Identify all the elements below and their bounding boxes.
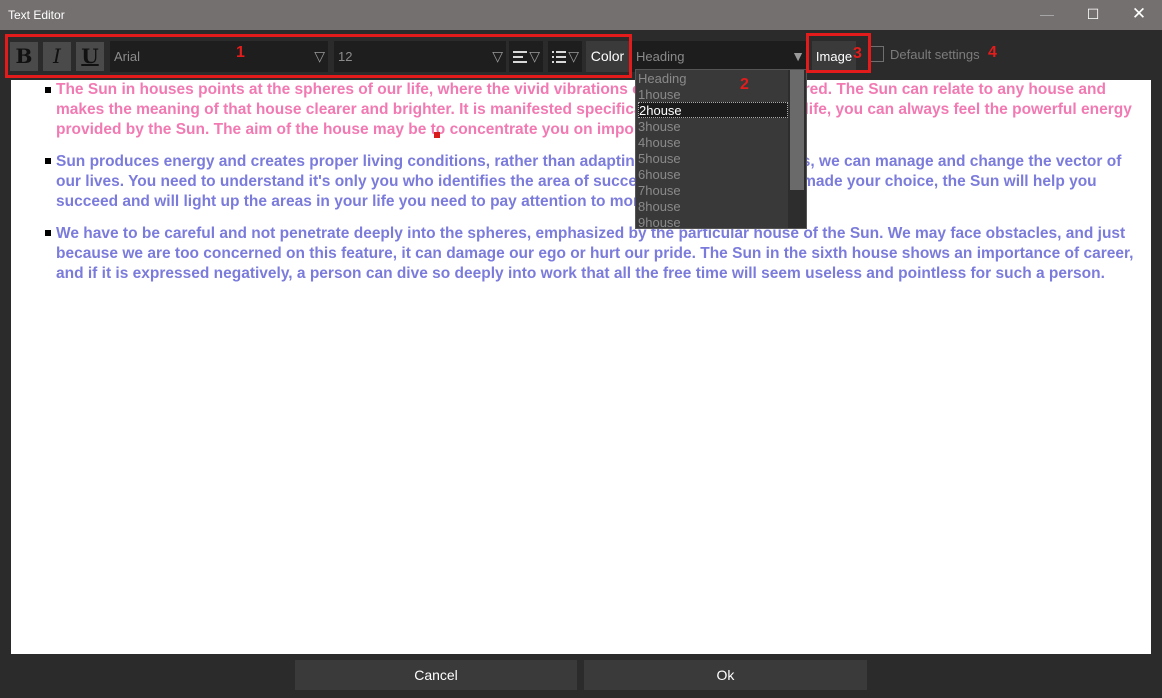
ok-button[interactable]: Ok [584,660,867,690]
annotation-box-1 [5,34,632,78]
dropdown-scrollbar[interactable] [788,70,806,228]
dropdown-option[interactable]: 5house [638,151,788,167]
text-cursor-marker [434,132,440,138]
paragraph-2: Sun produces energy and creates proper l… [56,153,1122,210]
dropdown-option[interactable]: 9house [638,215,788,228]
annotation-number-2: 2 [740,76,749,93]
bullet-icon [45,230,51,236]
bullet-icon [45,87,51,93]
annotation-number-4: 4 [988,44,997,61]
dropdown-option[interactable]: 3house [638,119,788,135]
dropdown-option[interactable]: 6house [638,167,788,183]
maximize-button[interactable]: ☐ [1070,0,1116,30]
heading-value: Heading [636,49,685,64]
close-button[interactable]: ✕ [1116,0,1162,30]
cancel-button[interactable]: Cancel [295,660,577,690]
paragraph-1: The Sun in houses points at the spheres … [56,81,1132,138]
window-title: Text Editor [8,8,65,22]
default-settings-label: Default settings [890,47,980,62]
dropdown-option[interactable]: Heading [638,71,788,87]
dropdown-option[interactable]: 4house [638,135,788,151]
minimize-button[interactable]: — [1024,0,1070,30]
dropdown-option-selected[interactable]: 2house [638,102,788,118]
annotation-number-3: 3 [853,45,862,62]
dropdown-option[interactable]: 7house [638,183,788,199]
dropdown-option[interactable]: 8house [638,199,788,215]
heading-dropdown-list[interactable]: Heading 1house 2house 3house 4house 5hou… [635,69,807,229]
chevron-down-icon: ▼ [791,48,805,64]
heading-select[interactable]: Heading ▼ [632,41,808,72]
text-editor-area[interactable]: The Sun in houses points at the spheres … [11,80,1151,654]
bullet-icon [45,158,51,164]
paragraph-3: We have to be careful and not penetrate … [56,225,1134,282]
title-bar: Text Editor — ☐ ✕ [0,0,1162,30]
scrollbar-thumb[interactable] [790,70,804,190]
annotation-number-1: 1 [236,44,245,61]
dropdown-option[interactable]: 1house [638,87,788,103]
